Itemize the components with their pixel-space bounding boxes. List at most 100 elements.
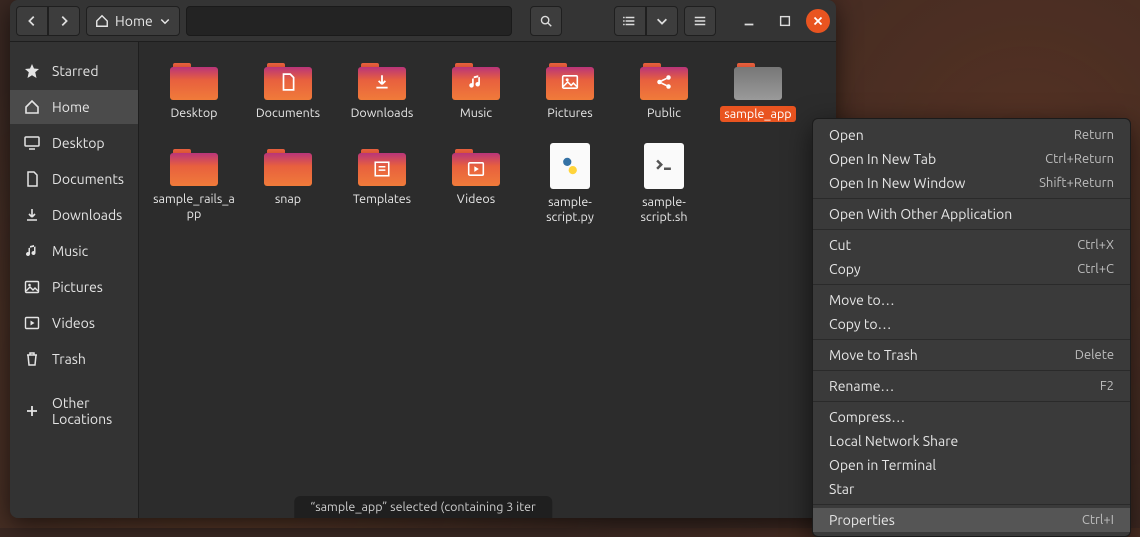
sidebar-item-starred[interactable]: Starred [10, 54, 138, 88]
folder-icon [358, 146, 406, 186]
menu-item-label: Copy to… [829, 316, 891, 332]
menu-item[interactable]: Open With Other Application [813, 202, 1130, 226]
picture-icon [24, 279, 40, 295]
file-label: sample-script.py [527, 195, 613, 224]
menu-separator [813, 229, 1130, 230]
menu-item[interactable]: Compress… [813, 405, 1130, 429]
sidebar-item-home[interactable]: Home [10, 90, 138, 124]
sidebar-item-label: Music [52, 243, 88, 259]
icon-view[interactable]: Desktop Documents Downloads Music Pictures Pu… [139, 42, 836, 518]
doc-icon [24, 171, 40, 187]
sidebar-item-music[interactable]: Music [10, 234, 138, 268]
path-bar[interactable]: Home [86, 6, 180, 36]
status-text: “sample_app” selected (containing 3 iter [310, 500, 536, 514]
places-sidebar: StarredHomeDesktop Documents Downloads Musi… [10, 42, 139, 518]
file-label: Downloads [351, 106, 414, 120]
view-options-button[interactable] [646, 6, 678, 36]
file-item[interactable]: Pictures [525, 56, 615, 126]
file-item[interactable]: Documents [243, 56, 333, 126]
menu-item-accel: F2 [1100, 379, 1114, 393]
sidebar-item-trash[interactable]: Trash [10, 342, 138, 376]
location-entry[interactable] [186, 6, 512, 36]
file-item[interactable]: Public [619, 56, 709, 126]
file-item[interactable]: Downloads [337, 56, 427, 126]
menu-separator [813, 198, 1130, 199]
sidebar-item-label: Documents [52, 171, 124, 187]
file-label: Templates [353, 192, 411, 206]
file-item[interactable]: sample-script.sh [619, 142, 709, 228]
menu-item-accel: Ctrl+Return [1045, 152, 1114, 166]
file-label: Documents [256, 106, 320, 120]
file-label: Pictures [547, 106, 592, 120]
menu-item-label: Copy [829, 261, 861, 277]
file-item[interactable]: Templates [337, 142, 427, 228]
template-icon [373, 160, 391, 178]
menu-item-label: Open With Other Application [829, 206, 1012, 222]
file-item[interactable]: sample_app [713, 56, 803, 126]
menu-item-label: Compress… [829, 409, 905, 425]
view-list-button[interactable] [614, 6, 646, 36]
status-bar: “sample_app” selected (containing 3 iter [294, 496, 552, 518]
sidebar-item-downloads[interactable]: Downloads [10, 198, 138, 232]
home-icon [24, 99, 40, 115]
menu-separator [813, 284, 1130, 285]
nav-history-group [16, 6, 80, 36]
window-maximize-button[interactable] [770, 6, 800, 36]
python-icon [559, 155, 581, 177]
picture-icon [561, 73, 579, 91]
folder-icon [640, 60, 688, 100]
menu-item[interactable]: Open In New Tab Ctrl+Return [813, 147, 1130, 171]
menu-item-accel: Ctrl+I [1082, 513, 1114, 527]
menu-item-label: Properties [829, 512, 895, 528]
menu-icon [693, 14, 707, 28]
folder-icon [452, 146, 500, 186]
menu-item[interactable]: Open in Terminal [813, 453, 1130, 477]
menu-item[interactable]: Open In New WindowShift+Return [813, 171, 1130, 195]
menu-item-label: Rename… [829, 378, 894, 394]
file-item[interactable]: Desktop [149, 56, 239, 126]
menu-item[interactable]: Star [813, 477, 1130, 501]
file-item[interactable]: Videos [431, 142, 521, 228]
nav-forward-button[interactable] [48, 6, 80, 36]
search-button[interactable] [530, 6, 562, 36]
menu-item[interactable]: Rename… F2 [813, 374, 1130, 398]
path-label: Home [115, 13, 153, 29]
menu-item[interactable]: Properties Ctrl+I [813, 508, 1130, 532]
share-icon [655, 73, 673, 91]
menu-item[interactable]: Move to… [813, 288, 1130, 312]
file-item[interactable]: snap [243, 142, 333, 228]
menu-item-label: Open in Terminal [829, 457, 936, 473]
context-menu: OpenReturnOpen In New TabCtrl+ReturnOpen… [812, 118, 1131, 537]
menu-item[interactable]: OpenReturn [813, 123, 1130, 147]
menu-item[interactable]: Move to TrashDelete [813, 343, 1130, 367]
file-item[interactable]: sample-script.py [525, 142, 615, 228]
menu-item[interactable]: Cut Ctrl+X [813, 233, 1130, 257]
menu-item-accel: Return [1074, 128, 1114, 142]
menu-item-label: Cut [829, 237, 851, 253]
sidebar-item-other[interactable]: Other Locations [10, 394, 138, 428]
trash-icon [24, 351, 40, 367]
folder-icon [264, 146, 312, 186]
file-label: snap [275, 192, 301, 206]
sidebar-item-videos[interactable]: Videos [10, 306, 138, 340]
menu-separator [813, 504, 1130, 505]
menu-item[interactable]: Local Network Share [813, 429, 1130, 453]
nav-back-button[interactable] [16, 6, 48, 36]
folder-icon [358, 60, 406, 100]
menu-item[interactable]: CopyCtrl+C [813, 257, 1130, 281]
folder-icon [170, 146, 218, 186]
chevron-down-icon [655, 14, 669, 28]
menu-item-label: Open In New Tab [829, 151, 936, 167]
menu-item[interactable]: Copy to… [813, 312, 1130, 336]
file-item[interactable]: Music [431, 56, 521, 126]
hamburger-menu-button[interactable] [684, 6, 716, 36]
close-icon [811, 14, 825, 28]
file-item[interactable]: sample_rails_app [149, 142, 239, 228]
window-minimize-button[interactable] [734, 6, 764, 36]
menu-item-accel: Ctrl+X [1077, 238, 1114, 252]
sidebar-item-label: Trash [52, 351, 86, 367]
sidebar-item-pictures[interactable]: Pictures [10, 270, 138, 304]
sidebar-item-documents[interactable]: Documents [10, 162, 138, 196]
window-close-button[interactable] [806, 9, 830, 33]
sidebar-item-desktop[interactable]: Desktop [10, 126, 138, 160]
